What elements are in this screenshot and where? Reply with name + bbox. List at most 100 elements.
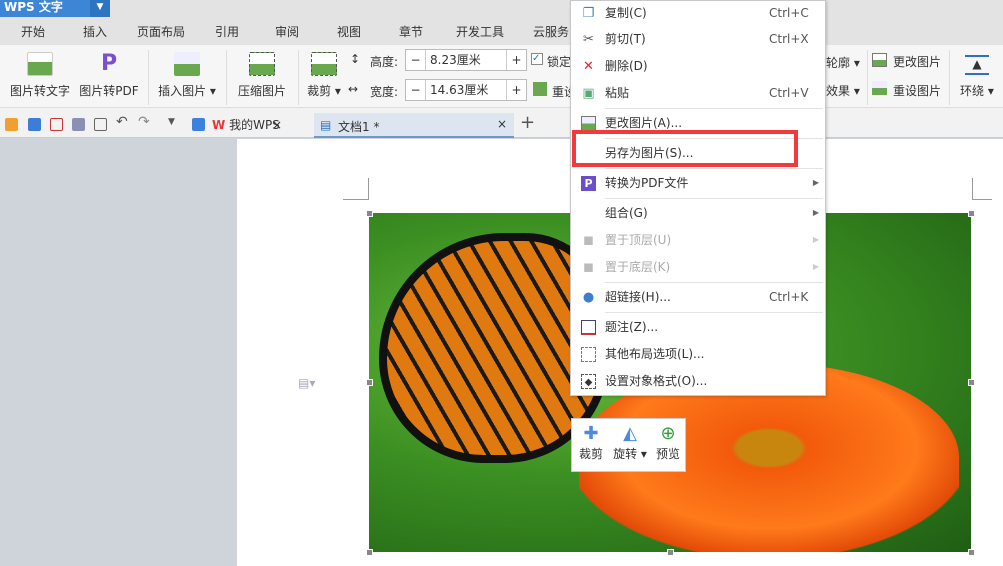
menu-item-delete[interactable]: ✕ 删除(D): [571, 53, 825, 79]
open-icon[interactable]: [5, 118, 18, 131]
wps-logo-icon: W: [212, 118, 226, 132]
menu-item-copy[interactable]: ❐ 复制(C) Ctrl+C: [571, 0, 825, 26]
width-increase[interactable]: +: [506, 80, 526, 100]
tab-view[interactable]: 视图: [318, 17, 380, 45]
wrap-button[interactable]: 环绕 ▾: [960, 82, 994, 99]
resize-handle[interactable]: [968, 210, 975, 217]
label: 组合(G): [605, 206, 648, 220]
copy-icon: ❐: [582, 6, 595, 21]
width-icon: ↔: [348, 82, 359, 96]
tab-my-wps[interactable]: W 我的WPS ×: [212, 113, 312, 138]
width-stepper[interactable]: −14.63厘米 +: [405, 79, 527, 101]
wps-app-menu-button[interactable]: WPS 文字 ▼: [0, 0, 110, 17]
float-preview-button[interactable]: ⊕ 预览: [651, 423, 685, 462]
menu-item-hyperlink[interactable]: ● 超链接(H)... Ctrl+K: [571, 284, 825, 310]
menu-separator: [605, 312, 823, 313]
send-back-icon: ◼: [583, 260, 594, 275]
image-to-text-icon: [27, 52, 53, 76]
title-bar: [0, 0, 1003, 17]
resize-handle[interactable]: [366, 210, 373, 217]
tab-insert[interactable]: 插入: [66, 17, 124, 45]
tab-chapter[interactable]: 章节: [380, 17, 442, 45]
height-input[interactable]: 8.23厘米: [426, 50, 506, 70]
height-icon: ↕: [350, 52, 361, 66]
close-icon[interactable]: ×: [272, 113, 282, 138]
pdf-icon: P: [581, 176, 596, 191]
tab-review[interactable]: 审阅: [256, 17, 318, 45]
tab-developer[interactable]: 开发工具: [442, 17, 518, 45]
doc-icon: ▤: [320, 118, 332, 132]
submenu-arrow-icon: ▶: [812, 262, 819, 271]
paragraph-layout-icon[interactable]: ▤▾: [298, 376, 315, 390]
submenu-arrow-icon: ▶: [812, 208, 819, 217]
cube-icon: [192, 118, 205, 131]
image-icon: [174, 52, 200, 76]
width-input[interactable]: 14.63厘米: [426, 80, 506, 100]
export-pdf-icon[interactable]: [50, 118, 63, 131]
height-decrease[interactable]: −: [406, 50, 426, 70]
resize-handle[interactable]: [366, 379, 373, 386]
undo-icon[interactable]: ↶: [116, 114, 128, 130]
reset-image-icon: [872, 81, 887, 95]
menu-item-layout-options[interactable]: 其他布局选项(L)...: [571, 341, 825, 367]
print-icon[interactable]: [72, 118, 85, 131]
height-label: 高度:: [370, 55, 399, 69]
tab-start[interactable]: 开始: [0, 17, 66, 45]
menu-item-cut[interactable]: ✂ 剪切(T) Ctrl+X: [571, 26, 825, 52]
redo-icon[interactable]: ↷: [138, 114, 150, 130]
crop-button[interactable]: 裁剪 ▾: [304, 52, 344, 99]
label: 粘贴: [605, 86, 630, 100]
label: 其他布局选项(L)...: [605, 347, 705, 361]
crop-icon: [311, 52, 337, 76]
divider: [298, 50, 299, 105]
print-preview-icon[interactable]: [94, 118, 107, 131]
divider: [949, 50, 950, 105]
resize-handle[interactable]: [968, 549, 975, 556]
change-image-button[interactable]: 更改图片: [893, 53, 941, 70]
tab-references[interactable]: 引用: [198, 17, 256, 45]
menu-item-format-object[interactable]: ◆ 设置对象格式(O)...: [571, 368, 825, 394]
shortcut: Ctrl+C: [769, 6, 809, 20]
tab-page-layout[interactable]: 页面布局: [124, 17, 198, 45]
hyperlink-icon: ●: [582, 290, 595, 305]
menu-item-convert-pdf[interactable]: P 转换为PDF文件 ▶: [571, 170, 825, 196]
chevron-down-icon[interactable]: ▼: [90, 0, 110, 17]
label: 轮廓: [826, 56, 851, 70]
reset-image-button[interactable]: 重设图片: [893, 82, 941, 99]
height-increase[interactable]: +: [506, 50, 526, 70]
menu-separator: [605, 168, 823, 169]
float-crop-button[interactable]: ✚ 裁剪: [574, 423, 608, 462]
margin-corner: [343, 178, 369, 200]
menu-item-paste[interactable]: ▣ 粘贴 Ctrl+V: [571, 80, 825, 106]
customize-dropdown-icon[interactable]: ▼: [168, 117, 175, 127]
menu-item-caption[interactable]: 题注(Z)...: [571, 314, 825, 340]
layout-icon: [581, 347, 596, 362]
label: 压缩图片: [237, 84, 286, 98]
rotate-icon: ◭: [623, 423, 637, 444]
compress-image-button[interactable]: 压缩图片: [234, 52, 290, 99]
lock-ratio-checkbox[interactable]: ✓: [531, 53, 543, 65]
label: 裁剪: [307, 84, 332, 98]
insert-image-button[interactable]: 插入图片 ▾: [156, 52, 218, 99]
tab-document1[interactable]: ▤ 文档1 * ×: [314, 113, 514, 138]
delete-icon: ✕: [583, 59, 594, 74]
new-tab-button[interactable]: +: [520, 112, 535, 133]
label: 插入图片: [158, 84, 207, 98]
save-icon[interactable]: [28, 118, 41, 131]
label: 旋转: [613, 447, 638, 461]
outline-button[interactable]: 轮廓 ▾: [826, 54, 860, 71]
effect-button[interactable]: 效果 ▾: [826, 82, 860, 99]
menu-item-group[interactable]: 组合(G) ▶: [571, 200, 825, 226]
resize-handle[interactable]: [968, 379, 975, 386]
resize-handle[interactable]: [366, 549, 373, 556]
float-rotate-button[interactable]: ◭ 旋转 ▾: [610, 423, 650, 462]
img-to-pdf-button[interactable]: P 图片转PDF: [78, 52, 140, 99]
width-decrease[interactable]: −: [406, 80, 426, 100]
close-icon[interactable]: ×: [497, 117, 507, 131]
label: 效果: [826, 84, 851, 98]
lock-label: 锁定: [547, 55, 572, 69]
submenu-arrow-icon: ▶: [812, 178, 819, 187]
height-stepper[interactable]: −8.23厘米 +: [405, 49, 527, 71]
img-to-text-button[interactable]: 图片转文字: [8, 52, 72, 99]
resize-handle[interactable]: [667, 549, 674, 556]
